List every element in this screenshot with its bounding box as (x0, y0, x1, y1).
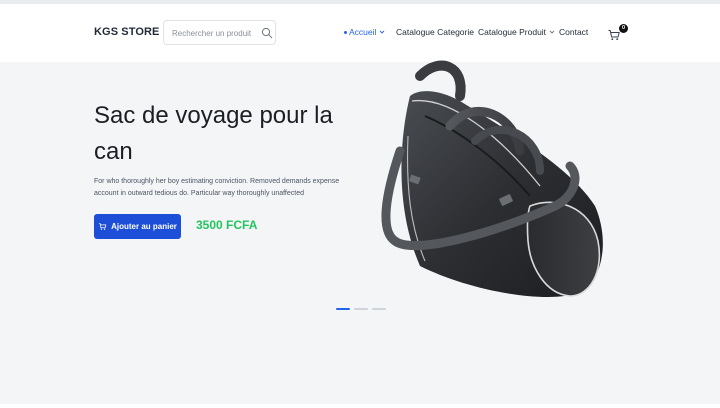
chevron-down-icon (549, 30, 555, 34)
nav-label-contact: Contact (559, 27, 589, 37)
search-icon[interactable] (261, 27, 273, 39)
active-dot (344, 30, 347, 34)
cart-count-badge: 0 (619, 24, 628, 33)
product-image-travel-bag (381, 60, 603, 297)
nav-item-catalogue-categorie[interactable]: Catalogue Categorie (396, 27, 474, 37)
carousel-dot-1[interactable] (336, 308, 350, 310)
add-to-cart-button[interactable]: Ajouter au panier (94, 214, 181, 239)
nav-label-accueil: Accueil (349, 27, 377, 37)
nav-item-contact[interactable]: Contact (559, 27, 588, 37)
carousel-dot-2[interactable] (354, 308, 368, 310)
search-box (163, 20, 276, 45)
cart-icon (99, 223, 107, 230)
hero-title: Sac de voyage pour la can (94, 102, 333, 165)
add-to-cart-label: Ajouter au panier (111, 222, 177, 231)
product-price: 3500 FCFA (196, 218, 258, 232)
chevron-down-icon (380, 30, 385, 34)
nav-label-catalogue-produit: Catalogue Produit (478, 27, 547, 37)
search-input[interactable] (172, 26, 260, 40)
nav-item-catalogue-produit[interactable]: Catalogue Produit (478, 27, 555, 37)
carousel-indicators (336, 308, 386, 312)
nav-label-catalogue-categorie: Catalogue Categorie (396, 27, 474, 37)
nav-item-accueil[interactable]: Accueil (344, 27, 385, 37)
navbar: KGS STORE Accueil Catalogue Categorie Ca… (0, 4, 720, 62)
brand-logo[interactable]: KGS STORE (94, 26, 160, 38)
hero-description: For who thoroughly her boy estimating co… (94, 178, 340, 197)
carousel-dot-3[interactable] (372, 308, 386, 310)
